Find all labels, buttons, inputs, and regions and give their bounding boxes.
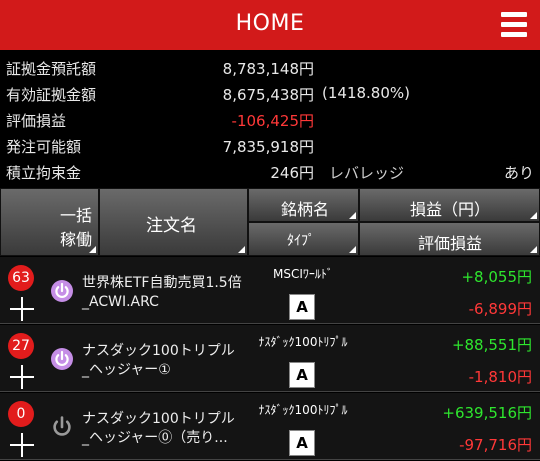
pl-header-label: 損益（円） (410, 200, 491, 219)
effective-margin-value: 8,675,438円 (222, 86, 314, 104)
summary-row-margin-deposit: 証拠金預託額 8,783,148円 (0, 54, 540, 80)
type-header[interactable]: ﾀｲﾌﾟ (248, 222, 359, 256)
order-row[interactable]: 0 ナスダック100トリプル _ヘッジャー⓪（売り... ﾅｽﾀﾞｯｸ100ﾄﾘ… (0, 393, 540, 460)
orderable-value: 7,835,918円 (222, 138, 314, 156)
sort-triangle-icon (349, 246, 356, 253)
order-name-line2: _ヘッジャー① (82, 362, 171, 378)
count-badge: 27 (8, 333, 34, 359)
page-title: HOME (235, 11, 305, 36)
sort-triangle-icon (89, 246, 96, 253)
profit-loss: +639,516円 (442, 404, 532, 422)
plus-icon[interactable] (10, 297, 34, 321)
effective-margin-percent: (1418.80%) (322, 84, 410, 102)
count-badge: 0 (8, 401, 34, 427)
pl-header[interactable]: 損益（円） (359, 188, 540, 222)
unrealized-value: -106,425円 (231, 112, 314, 130)
order-name-line1: ナスダック100トリプル (82, 411, 235, 427)
bulk-run-line1: 一括 (59, 206, 92, 225)
top-bar: HOME (0, 0, 540, 50)
power-icon[interactable] (50, 347, 74, 371)
sort-triangle-icon (238, 246, 245, 253)
order-name: ナスダック100トリプル _ヘッジャー⓪（売り... (82, 410, 252, 448)
order-name-header[interactable]: 注文名 (99, 188, 248, 256)
sort-triangle-icon (349, 212, 356, 219)
order-name-line1: 世界株ETF自動売買1.5倍 (82, 275, 242, 291)
type-badge: A (289, 430, 315, 456)
summary-row-unrealized: 評価損益 -106,425円 (0, 106, 540, 132)
order-name: 世界株ETF自動売買1.5倍 _ACWI.ARC (82, 274, 252, 312)
symbol-header[interactable]: 銘柄名 (248, 188, 359, 222)
count-badge: 63 (8, 265, 34, 291)
profit-loss: +8,055円 (461, 268, 532, 286)
bulk-run-line2: 稼働 (59, 230, 92, 249)
hamburger-menu-icon[interactable] (501, 12, 527, 38)
restricted-value: 246円 (270, 164, 314, 182)
margin-deposit-label: 証拠金預託額 (6, 60, 97, 78)
order-name-line2: _ヘッジャー⓪（売り... (82, 430, 228, 446)
bulk-run-header[interactable]: 一括 稼働 (0, 188, 99, 256)
leverage-label: レバレッジ (329, 164, 405, 182)
profit-loss: +88,551円 (451, 336, 532, 354)
symbol-name: MSCIﾜｰﾙﾄﾞ (273, 267, 333, 281)
evaluation-profit-loss: -6,899円 (468, 300, 532, 318)
orderable-label: 発注可能額 (6, 138, 82, 156)
order-name: ナスダック100トリプル _ヘッジャー① (82, 342, 252, 380)
type-header-label: ﾀｲﾌﾟ (287, 233, 315, 249)
table-header: 一括 稼働 注文名 銘柄名 ﾀｲﾌﾟ 損益（円） 評価損益 (0, 188, 540, 256)
order-row[interactable]: 27 ナスダック100トリプル _ヘッジャー① ﾅｽﾀﾞｯｸ100ﾄﾘﾌﾟﾙ A… (0, 325, 540, 392)
power-icon[interactable] (50, 415, 74, 439)
symbol-name: ﾅｽﾀﾞｯｸ100ﾄﾘﾌﾟﾙ (258, 403, 348, 417)
order-row[interactable]: 63 世界株ETF自動売買1.5倍 _ACWI.ARC MSCIﾜｰﾙﾄﾞ A … (0, 257, 540, 324)
sort-triangle-icon (530, 246, 537, 253)
evaluation-profit-loss: -97,716円 (459, 436, 532, 454)
sort-triangle-icon (530, 212, 537, 219)
symbol-name: ﾅｽﾀﾞｯｸ100ﾄﾘﾌﾟﾙ (258, 335, 348, 349)
type-badge: A (289, 362, 315, 388)
plus-icon[interactable] (10, 433, 34, 457)
account-summary: 証拠金預託額 8,783,148円 有効証拠金額 8,675,438円 (141… (0, 54, 540, 184)
order-name-label: 注文名 (146, 216, 197, 236)
eval-pl-header[interactable]: 評価損益 (359, 222, 540, 256)
restricted-label: 積立拘束金 (6, 164, 82, 182)
symbol-header-label: 銘柄名 (281, 200, 330, 219)
summary-row-effective-margin: 有効証拠金額 8,675,438円 (1418.80%) (0, 80, 540, 106)
eval-pl-header-label: 評価損益 (418, 234, 483, 253)
order-name-line2: _ACWI.ARC (82, 294, 159, 310)
leverage-value: あり (503, 164, 534, 182)
margin-deposit-value: 8,783,148円 (222, 60, 314, 78)
order-name-line1: ナスダック100トリプル (82, 343, 235, 359)
effective-margin-label: 有効証拠金額 (6, 86, 97, 104)
power-icon[interactable] (50, 279, 74, 303)
summary-row-restricted: 積立拘束金 246円 レバレッジ あり (0, 158, 540, 184)
plus-icon[interactable] (10, 365, 34, 389)
type-badge: A (289, 294, 315, 320)
unrealized-label: 評価損益 (6, 112, 67, 130)
evaluation-profit-loss: -1,810円 (468, 368, 532, 386)
summary-row-orderable: 発注可能額 7,835,918円 (0, 132, 540, 158)
